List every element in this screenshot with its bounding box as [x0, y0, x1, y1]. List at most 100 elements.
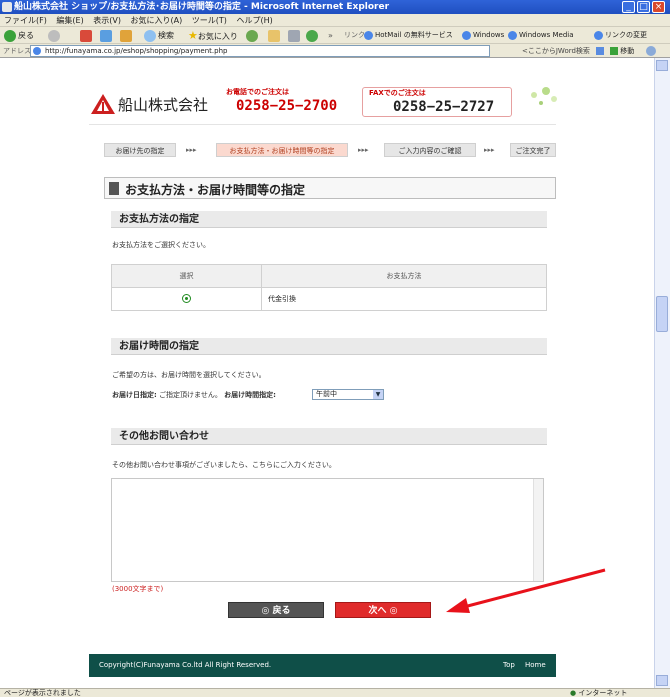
date-value: ご指定頂けません。	[159, 391, 222, 399]
back-nav-button[interactable]: 戻る	[4, 29, 34, 42]
print-button[interactable]	[288, 29, 302, 42]
annotation-arrow-icon	[446, 568, 606, 613]
status-bar: ページが表示されました ● インターネット	[0, 688, 670, 697]
table-row: 代金引換	[111, 287, 547, 311]
ie-page-icon	[462, 30, 471, 40]
link-hotmail[interactable]: HotMail の無料サービス	[364, 29, 453, 42]
menu-edit[interactable]: 編集(E)	[56, 16, 83, 25]
footer-home-link[interactable]: Home	[525, 654, 546, 677]
window-title-bar: 船山株式会社 ショップ/お支払方法･お届け時間等の指定 - Microsoft …	[0, 0, 670, 14]
ie-page-icon	[364, 30, 373, 40]
step-delivery-address: お届け先の指定	[104, 143, 176, 157]
header-decoration-icon	[531, 87, 557, 105]
scroll-up-button[interactable]	[656, 60, 668, 71]
stop-button[interactable]	[80, 29, 94, 42]
page-scrollbar[interactable]	[654, 58, 670, 688]
payment-method-table: 選択 お支払方法 代金引換	[111, 264, 547, 311]
links-label: リンク	[344, 31, 365, 39]
ie-app-icon	[2, 2, 12, 12]
browser-toolbar: 戻る 検索 ★お気に入り » リンク HotMail の無料サービス Windo…	[0, 27, 670, 44]
inquiry-section-heading: その他お問い合わせ	[111, 428, 547, 445]
toolbar-overflow[interactable]: »	[328, 29, 333, 42]
jword-search[interactable]: <ここからJWord検索	[522, 44, 590, 58]
link-windows-media[interactable]: Windows Media	[508, 29, 574, 42]
go-arrow-icon	[610, 47, 618, 55]
star-icon: ★	[188, 29, 198, 42]
company-name: 船山株式会社	[118, 96, 209, 114]
close-button[interactable]: ×	[652, 1, 665, 13]
messenger-button[interactable]	[306, 29, 320, 42]
tel-label: お電話でのご注文は	[226, 88, 289, 96]
col-select: 選択	[111, 264, 262, 288]
window-title: 船山株式会社 ショップ/お支払方法･お届け時間等の指定 - Microsoft …	[14, 2, 390, 12]
fax-number: 0258−25−2727	[393, 99, 495, 115]
minimize-button[interactable]: _	[622, 1, 635, 13]
payment-section-heading: お支払方法の指定	[111, 211, 547, 228]
delivery-section-heading: お届け時間の指定	[111, 338, 547, 355]
char-limit-note: (3000文字まで)	[112, 585, 164, 593]
scroll-down-button[interactable]	[656, 675, 668, 686]
cod-radio[interactable]	[182, 293, 191, 303]
delivery-time-select[interactable]: 午前中 ▼	[312, 389, 384, 400]
company-logo-icon	[91, 94, 115, 114]
header-divider	[89, 124, 556, 125]
search-dropdown-icon[interactable]	[596, 47, 604, 55]
history-icon	[246, 29, 258, 42]
forward-arrow-icon	[48, 29, 60, 42]
copyright-text: Copyright(C)Funayama Co.ltd All Right Re…	[99, 661, 272, 669]
fax-order-box: FAXでのご注文は 0258−25−2727	[362, 87, 512, 117]
link-customize[interactable]: リンクの変更	[594, 29, 647, 42]
messenger-icon	[306, 29, 318, 42]
delivery-fields-row: お届け日指定: ご指定頂けません。 お届け時間指定:	[112, 390, 276, 400]
footer-top-link[interactable]: Top	[503, 654, 515, 677]
menu-favorites[interactable]: お気に入り(A)	[131, 16, 183, 25]
menu-file[interactable]: ファイル(F)	[4, 16, 47, 25]
menu-tools[interactable]: ツール(T)	[192, 16, 227, 25]
mail-icon	[268, 29, 280, 42]
next-button[interactable]: 次へ ◎	[335, 602, 431, 618]
step-complete: ご注文完了	[510, 143, 556, 157]
date-label: お届け日指定:	[112, 391, 157, 399]
menu-view[interactable]: 表示(V)	[93, 16, 121, 25]
step-payment-time: お支払方法・お届け時間等の指定	[216, 143, 348, 157]
step-arrow: ▸▸▸	[358, 146, 369, 154]
checkout-steps: お届け先の指定 ▸▸▸ お支払方法・お届け時間等の指定 ▸▸▸ ご入力内容のご確…	[104, 143, 556, 157]
chevron-down-icon: ▼	[373, 390, 383, 399]
page-footer: Copyright(C)Funayama Co.ltd All Right Re…	[89, 654, 556, 677]
mail-button[interactable]	[268, 29, 282, 42]
page-icon	[33, 47, 41, 55]
inquiry-instruction: その他お問い合わせ事項がございましたら、こちらにご入力ください。	[112, 461, 336, 469]
toolbar-extra-icon[interactable]	[646, 46, 656, 56]
time-label: お届け時間指定:	[224, 391, 276, 399]
search-icon	[144, 29, 156, 42]
forward-nav-button[interactable]	[48, 29, 62, 42]
table-header-row: 選択 お支払方法	[111, 264, 547, 288]
link-windows[interactable]: Windows	[462, 29, 504, 42]
refresh-icon	[100, 29, 112, 42]
history-button[interactable]	[246, 29, 260, 42]
payment-instruction: お支払方法をご選択ください。	[112, 241, 210, 249]
scroll-thumb[interactable]	[656, 296, 668, 332]
home-icon	[120, 29, 132, 42]
menu-help[interactable]: ヘルプ(H)	[236, 16, 272, 25]
url-input[interactable]: http://funayama.co.jp/eshop/shopping/pay…	[30, 45, 490, 57]
delivery-instruction: ご希望の方は、お届け時間を選択してください。	[112, 371, 266, 379]
page-title-box: お支払方法・お届け時間等の指定	[104, 177, 556, 199]
back-arrow-icon	[4, 29, 16, 42]
back-button[interactable]: ◎ 戻る	[228, 602, 324, 618]
refresh-button[interactable]	[100, 29, 114, 42]
menu-bar: ファイル(F) 編集(E) 表示(V) お気に入り(A) ツール(T) ヘルプ(…	[0, 14, 670, 27]
ie-page-icon	[594, 30, 603, 40]
favorites-button[interactable]: ★お気に入り	[188, 29, 238, 42]
home-button[interactable]	[120, 29, 134, 42]
page-title: お支払方法・お届け時間等の指定	[125, 183, 306, 197]
fax-label: FAXでのご注文は	[369, 89, 426, 97]
search-button[interactable]: 検索	[144, 29, 174, 42]
address-bar: アドレス(D) http://funayama.co.jp/eshop/shop…	[0, 44, 670, 58]
maximize-button[interactable]: □	[637, 1, 650, 13]
step-confirm: ご入力内容のご確認	[384, 143, 476, 157]
go-button[interactable]: 移動	[610, 44, 634, 58]
tel-order-box: お電話でのご注文は 0258−25−2700	[220, 87, 360, 117]
select-cell	[111, 287, 262, 311]
back-circle-icon: ◎	[261, 606, 270, 616]
